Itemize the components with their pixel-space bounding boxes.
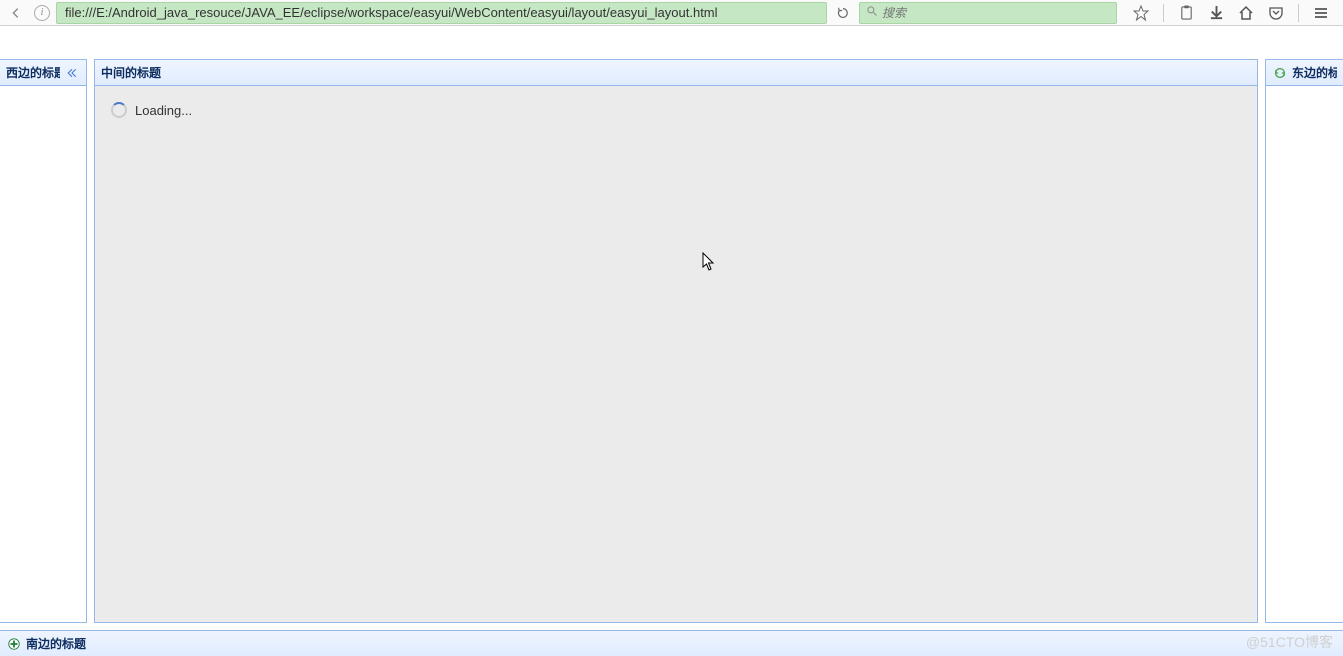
url-bar[interactable]: file:///E:/Android_java_resouce/JAVA_EE/… xyxy=(56,2,827,24)
loading-indicator: Loading... xyxy=(111,102,192,118)
menu-icon[interactable] xyxy=(1313,5,1329,21)
divider xyxy=(1163,4,1164,22)
search-icon xyxy=(866,5,878,20)
panel-east: 东边的标题 xyxy=(1265,59,1343,623)
reload-icon xyxy=(836,6,850,20)
reload-button[interactable] xyxy=(833,3,853,23)
panel-center-header: 中间的标题 xyxy=(95,60,1257,86)
star-icon[interactable] xyxy=(1133,5,1149,21)
browser-toolbar: i file:///E:/Android_java_resouce/JAVA_E… xyxy=(0,0,1343,26)
panel-west-header: 西边的标题 xyxy=(0,60,86,86)
content-area: 西边的标题 中间的标题 Loading... xyxy=(0,26,1343,656)
refresh-icon[interactable] xyxy=(1272,65,1288,81)
search-input[interactable] xyxy=(882,6,1110,20)
panel-south-title: 南边的标题 xyxy=(26,635,1337,652)
layout-main: 西边的标题 中间的标题 Loading... xyxy=(0,59,1343,623)
panel-south: 南边的标题 xyxy=(0,630,1343,656)
panel-south-header: 南边的标题 xyxy=(0,631,1343,656)
layout-container: 西边的标题 中间的标题 Loading... xyxy=(0,59,1343,656)
panel-east-body xyxy=(1266,86,1343,622)
pocket-icon[interactable] xyxy=(1268,5,1284,21)
panel-west-body xyxy=(0,86,86,622)
panel-east-header: 东边的标题 xyxy=(1266,60,1343,86)
nav-back-button[interactable] xyxy=(4,2,28,24)
add-icon[interactable] xyxy=(6,636,22,652)
divider xyxy=(1298,4,1299,22)
loading-text: Loading... xyxy=(135,103,192,118)
panel-west: 西边的标题 xyxy=(0,59,87,623)
panel-center-body: Loading... xyxy=(95,86,1257,622)
panel-west-title: 西边的标题 xyxy=(6,64,60,81)
panel-center: 中间的标题 Loading... xyxy=(94,59,1258,623)
arrow-left-icon xyxy=(9,6,23,20)
spinner-icon xyxy=(111,102,127,118)
panel-center-title: 中间的标题 xyxy=(101,64,1251,81)
collapse-west-button[interactable] xyxy=(64,65,80,81)
info-icon[interactable]: i xyxy=(34,5,50,21)
home-icon[interactable] xyxy=(1238,5,1254,21)
url-text: file:///E:/Android_java_resouce/JAVA_EE/… xyxy=(65,5,818,20)
search-bar[interactable] xyxy=(859,2,1117,24)
clipboard-icon[interactable] xyxy=(1178,5,1194,21)
chevron-double-left-icon xyxy=(66,67,78,79)
download-icon[interactable] xyxy=(1208,5,1224,21)
panel-east-title: 东边的标题 xyxy=(1292,64,1337,81)
toolbar-icons xyxy=(1123,4,1339,22)
